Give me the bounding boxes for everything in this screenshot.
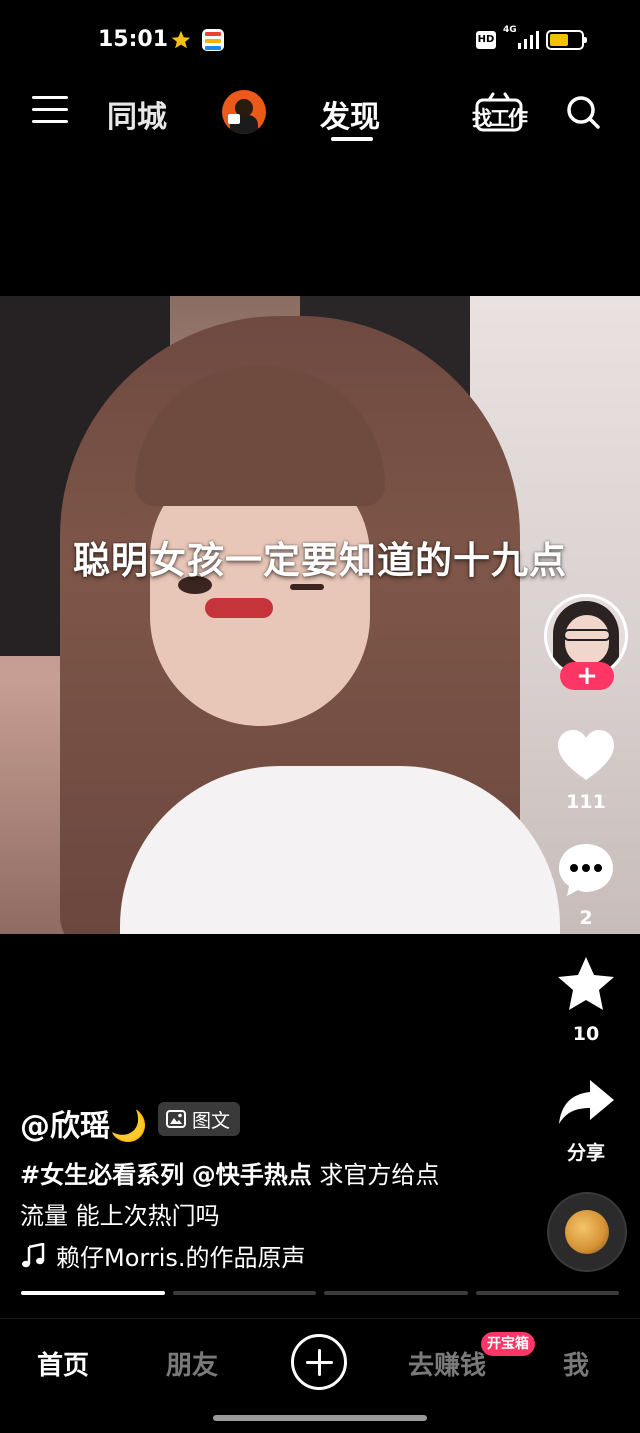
tab-faxian[interactable]: 发现 — [320, 92, 380, 136]
video-caption: 聪明女孩一定要知道的十九点 — [73, 539, 567, 582]
progress-segment-1 — [21, 1291, 165, 1295]
comment-count: 2 — [579, 907, 593, 929]
job-search-icon[interactable]: 找工作 — [471, 92, 528, 134]
divider — [0, 1318, 640, 1319]
caption-line-2: 流量 能上次热门吗 — [20, 1202, 220, 1230]
music-disc-icon[interactable] — [547, 1192, 627, 1272]
job-label: 找工作 — [472, 106, 528, 130]
share-label[interactable]: 分享 — [546, 1138, 626, 1165]
status-time: 15:01 — [98, 27, 169, 52]
video-content[interactable]: 聪明女孩一定要知道的十九点 — [0, 296, 640, 934]
like-count: 111 — [566, 791, 606, 813]
progress-segment-4 — [475, 1291, 619, 1295]
tab-earn[interactable]: 去赚钱 — [408, 1345, 486, 1382]
hd-icon: HD — [476, 31, 496, 49]
battery-icon — [546, 30, 587, 50]
image-text-badge: 图文 — [158, 1102, 241, 1136]
caption-text: 求官方给点 — [311, 1161, 440, 1189]
comment-icon[interactable] — [556, 842, 616, 898]
menu-icon[interactable] — [32, 96, 68, 126]
star-icon — [171, 30, 191, 49]
signal-icon — [518, 31, 539, 49]
treasure-badge[interactable]: 开宝箱 — [481, 1332, 535, 1356]
status-bar: 15:01 HD 4G — [0, 0, 640, 80]
favorite-icon[interactable] — [556, 956, 616, 1012]
live-avatar-icon[interactable] — [222, 90, 266, 134]
tab-friends[interactable]: 朋友 — [166, 1345, 218, 1382]
music-row[interactable]: 赖仔Morris.的作品原声 — [20, 1238, 306, 1273]
carousel-progress — [21, 1291, 619, 1295]
active-tab-indicator — [331, 137, 373, 141]
badge-label: 图文 — [192, 1109, 231, 1132]
author-name[interactable]: @欣瑶🌙 — [20, 1101, 147, 1145]
progress-segment-2 — [172, 1291, 316, 1295]
home-indicator[interactable] — [213, 1415, 427, 1421]
network-type: 4G — [503, 25, 517, 35]
tab-tongcheng[interactable]: 同城 — [107, 92, 167, 136]
favorite-count: 10 — [572, 1023, 600, 1045]
search-icon[interactable] — [566, 95, 600, 129]
follow-button[interactable]: + — [560, 662, 614, 690]
music-note-icon — [22, 1242, 45, 1267]
hashtag-link[interactable]: #女生必看系列 — [20, 1161, 184, 1189]
like-icon[interactable] — [556, 728, 616, 784]
music-title: 赖仔Morris.的作品原声 — [56, 1244, 306, 1272]
caption-line-1: #女生必看系列 @快手热点 求官方给点 — [20, 1155, 439, 1190]
tab-me[interactable]: 我 — [563, 1345, 589, 1382]
image-icon — [166, 1110, 186, 1128]
share-icon[interactable] — [556, 1076, 616, 1132]
mention-link[interactable]: @快手热点 — [192, 1161, 312, 1189]
tab-home[interactable]: 首页 — [37, 1345, 89, 1382]
top-nav: 同城 发现 找工作 — [0, 80, 640, 150]
app-notification-icon — [202, 29, 224, 51]
publish-button[interactable] — [291, 1334, 347, 1390]
progress-segment-3 — [324, 1291, 468, 1295]
